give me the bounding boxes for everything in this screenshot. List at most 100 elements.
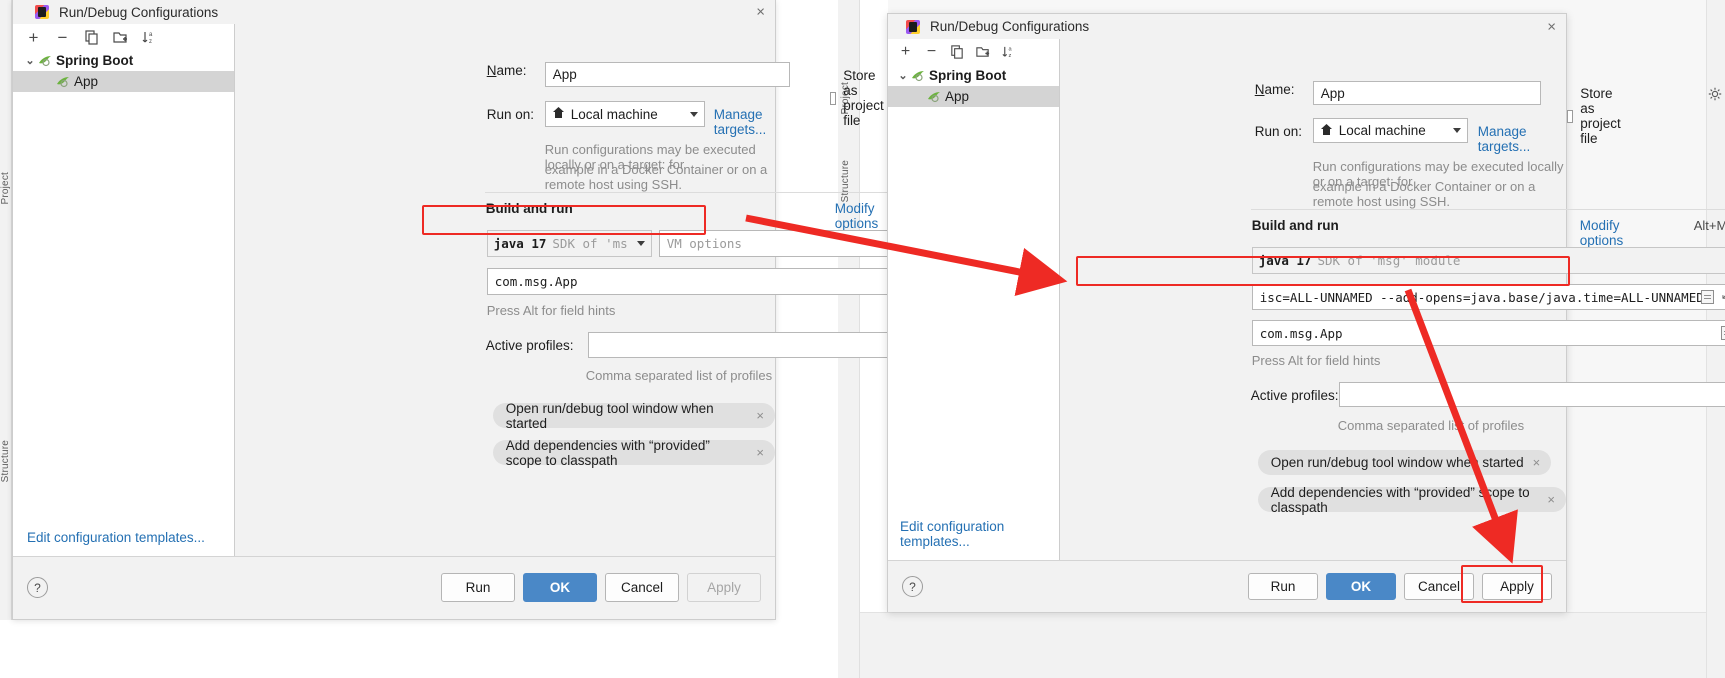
run-on-description-line2: example in a Docker Container or on a re… (544, 162, 768, 192)
store-as-project-file-row[interactable]: Store as project file (829, 68, 891, 128)
configuration-form-panel: Name: App Store as project file Run on: … (1059, 39, 1725, 560)
configurations-tree-panel: + − az ⌄ Spring Boot App Edit configurat… (13, 24, 235, 556)
run-on-value: Local machine (570, 106, 658, 122)
jdk-module: SDK of 'ms (552, 236, 628, 251)
edit-configuration-templates-link[interactable]: Edit configuration templates... (13, 530, 234, 556)
store-as-project-file-checkbox[interactable] (829, 91, 837, 105)
close-icon[interactable]: × (1533, 455, 1541, 470)
cancel-button[interactable]: Cancel (605, 573, 679, 602)
store-as-project-file-checkbox[interactable] (1566, 109, 1574, 123)
run-on-label: Run on: (486, 107, 534, 122)
close-icon[interactable]: × (1547, 19, 1556, 34)
dialog-body: + − az ⌄ Spring Boot App Edit configurat… (13, 24, 997, 556)
vm-options-input[interactable]: isc=ALL-UNNAMED --add-opens=java.base/ja… (1251, 284, 1725, 310)
chevron-down-icon[interactable] (689, 111, 698, 117)
close-icon[interactable]: × (756, 5, 765, 20)
name-label: Name: (1254, 82, 1295, 97)
store-as-project-file-row[interactable]: Store as project file (1566, 86, 1628, 146)
gear-icon[interactable] (1708, 87, 1722, 101)
name-input-value: App (552, 67, 577, 82)
run-on-combobox[interactable]: Local machine (1312, 118, 1468, 143)
tree-group-spring-boot[interactable]: ⌄ Spring Boot (13, 50, 234, 71)
store-as-project-file-label: Store as project file (843, 68, 884, 128)
run-debug-configurations-dialog-right[interactable]: Run/Debug Configurations × + − az ⌄ Spri… (887, 13, 1725, 612)
add-configuration-button[interactable]: + (25, 29, 42, 46)
close-icon[interactable]: × (756, 408, 764, 423)
ok-button[interactable]: OK (1326, 573, 1396, 600)
svg-text:a: a (149, 32, 153, 38)
help-button[interactable]: ? (902, 576, 923, 597)
name-input[interactable]: App (1312, 81, 1541, 105)
tree-group-spring-boot[interactable]: ⌄ Spring Boot (888, 65, 1059, 86)
new-folder-icon[interactable] (112, 29, 129, 46)
run-on-combobox[interactable]: Local machine (544, 101, 705, 127)
chip-add-provided-dependencies[interactable]: Add dependencies with “provided” scope t… (1257, 485, 1566, 515)
dialog-titlebar: Run/Debug Configurations × (13, 0, 775, 24)
dialog-titlebar: Run/Debug Configurations × (888, 14, 1566, 39)
close-icon[interactable]: × (1547, 492, 1555, 507)
chip-add-provided-dependencies[interactable]: Add dependencies with “provided” scope t… (492, 438, 775, 468)
jdk-combobox[interactable]: java 17 SDK of 'ms (486, 230, 652, 257)
chevron-down-icon[interactable]: ⌄ (896, 69, 910, 82)
vm-options-placeholder: VM options (666, 236, 742, 251)
chevron-down-icon[interactable]: ⌄ (23, 54, 37, 67)
home-icon (552, 106, 565, 122)
sort-alphabetically-icon[interactable]: az (141, 29, 158, 46)
vm-options-editor-icon-visible[interactable] (1700, 290, 1714, 304)
svg-text:a: a (1009, 47, 1013, 53)
spring-boot-icon (55, 75, 72, 89)
add-configuration-button[interactable]: + (897, 44, 914, 61)
configuration-form-panel: Name: App Store as project file Run on: (234, 24, 997, 556)
remove-configuration-button[interactable]: − (54, 29, 71, 46)
tree-empty-space (13, 92, 234, 530)
ide-right-stripe-label-structure: Structure (840, 160, 851, 203)
active-profiles-hint: Comma separated list of profiles (1337, 418, 1525, 433)
jdk-version: java 17 (1258, 253, 1312, 268)
cancel-button[interactable]: Cancel (1404, 573, 1474, 600)
active-profiles-input[interactable] (1338, 382, 1725, 407)
tree-group-label: Spring Boot (929, 68, 1007, 83)
main-class-input[interactable]: com.msg.App (1251, 320, 1725, 346)
run-on-row: Run on: (487, 107, 534, 122)
expand-icon[interactable]: ↙↗ (1721, 288, 1725, 302)
manage-targets-link[interactable]: Manage targets... (1478, 124, 1566, 154)
manage-targets-link[interactable]: Manage targets... (714, 107, 775, 137)
apply-button[interactable]: Apply (1482, 573, 1552, 600)
main-class-value: com.msg.App (1259, 325, 1343, 341)
field-hints-text: Press Alt for field hints (486, 303, 616, 318)
chevron-down-icon[interactable] (1452, 128, 1461, 133)
help-button[interactable]: ? (27, 577, 48, 598)
copy-icon[interactable] (949, 44, 966, 61)
sort-alphabetically-icon[interactable]: az (1001, 44, 1018, 61)
new-folder-icon[interactable] (975, 44, 992, 61)
ide-right-bottom-bar (860, 612, 1725, 678)
tree-item-app[interactable]: App (13, 71, 234, 92)
tree-item-label: App (74, 74, 99, 89)
run-on-description-line2: example in a Docker Container or on a re… (1312, 179, 1536, 209)
jdk-combobox[interactable]: java 17 SDK of 'msg' module (1251, 247, 1725, 274)
edit-configuration-templates-link[interactable]: Edit configuration templates... (888, 519, 1059, 560)
build-and-run-title: Build and run (485, 201, 573, 216)
home-icon (1320, 123, 1333, 139)
name-input[interactable]: App (544, 62, 790, 87)
section-divider (1250, 209, 1725, 210)
chevron-down-icon[interactable] (636, 241, 645, 246)
active-profiles-label: Active profiles: (485, 338, 574, 353)
run-debug-configurations-dialog-left[interactable]: Run/Debug Configurations × + − az ⌄ Spri… (12, 0, 997, 620)
close-icon[interactable]: × (756, 445, 764, 460)
ok-button[interactable]: OK (523, 573, 597, 602)
name-input-value: App (1320, 85, 1345, 101)
run-button[interactable]: Run (1248, 573, 1318, 600)
spring-boot-icon (926, 90, 943, 104)
remove-configuration-button[interactable]: − (923, 44, 940, 61)
copy-icon[interactable] (83, 29, 100, 46)
screenshot-stage: Project Structure Project Structure Run/… (0, 0, 1725, 678)
modify-options-shortcut: Alt+M (1693, 218, 1725, 233)
apply-button[interactable]: Apply (687, 573, 761, 602)
main-class-editor-icon[interactable] (1720, 326, 1725, 340)
run-button[interactable]: Run (441, 573, 515, 602)
tree-item-app[interactable]: App (888, 86, 1059, 107)
chip-open-run-debug-tool-window[interactable]: Open run/debug tool window when started … (492, 401, 775, 431)
configurations-tree: ⌄ Spring Boot App (13, 50, 234, 92)
chip-open-run-debug-tool-window[interactable]: Open run/debug tool window when started … (1257, 450, 1552, 475)
